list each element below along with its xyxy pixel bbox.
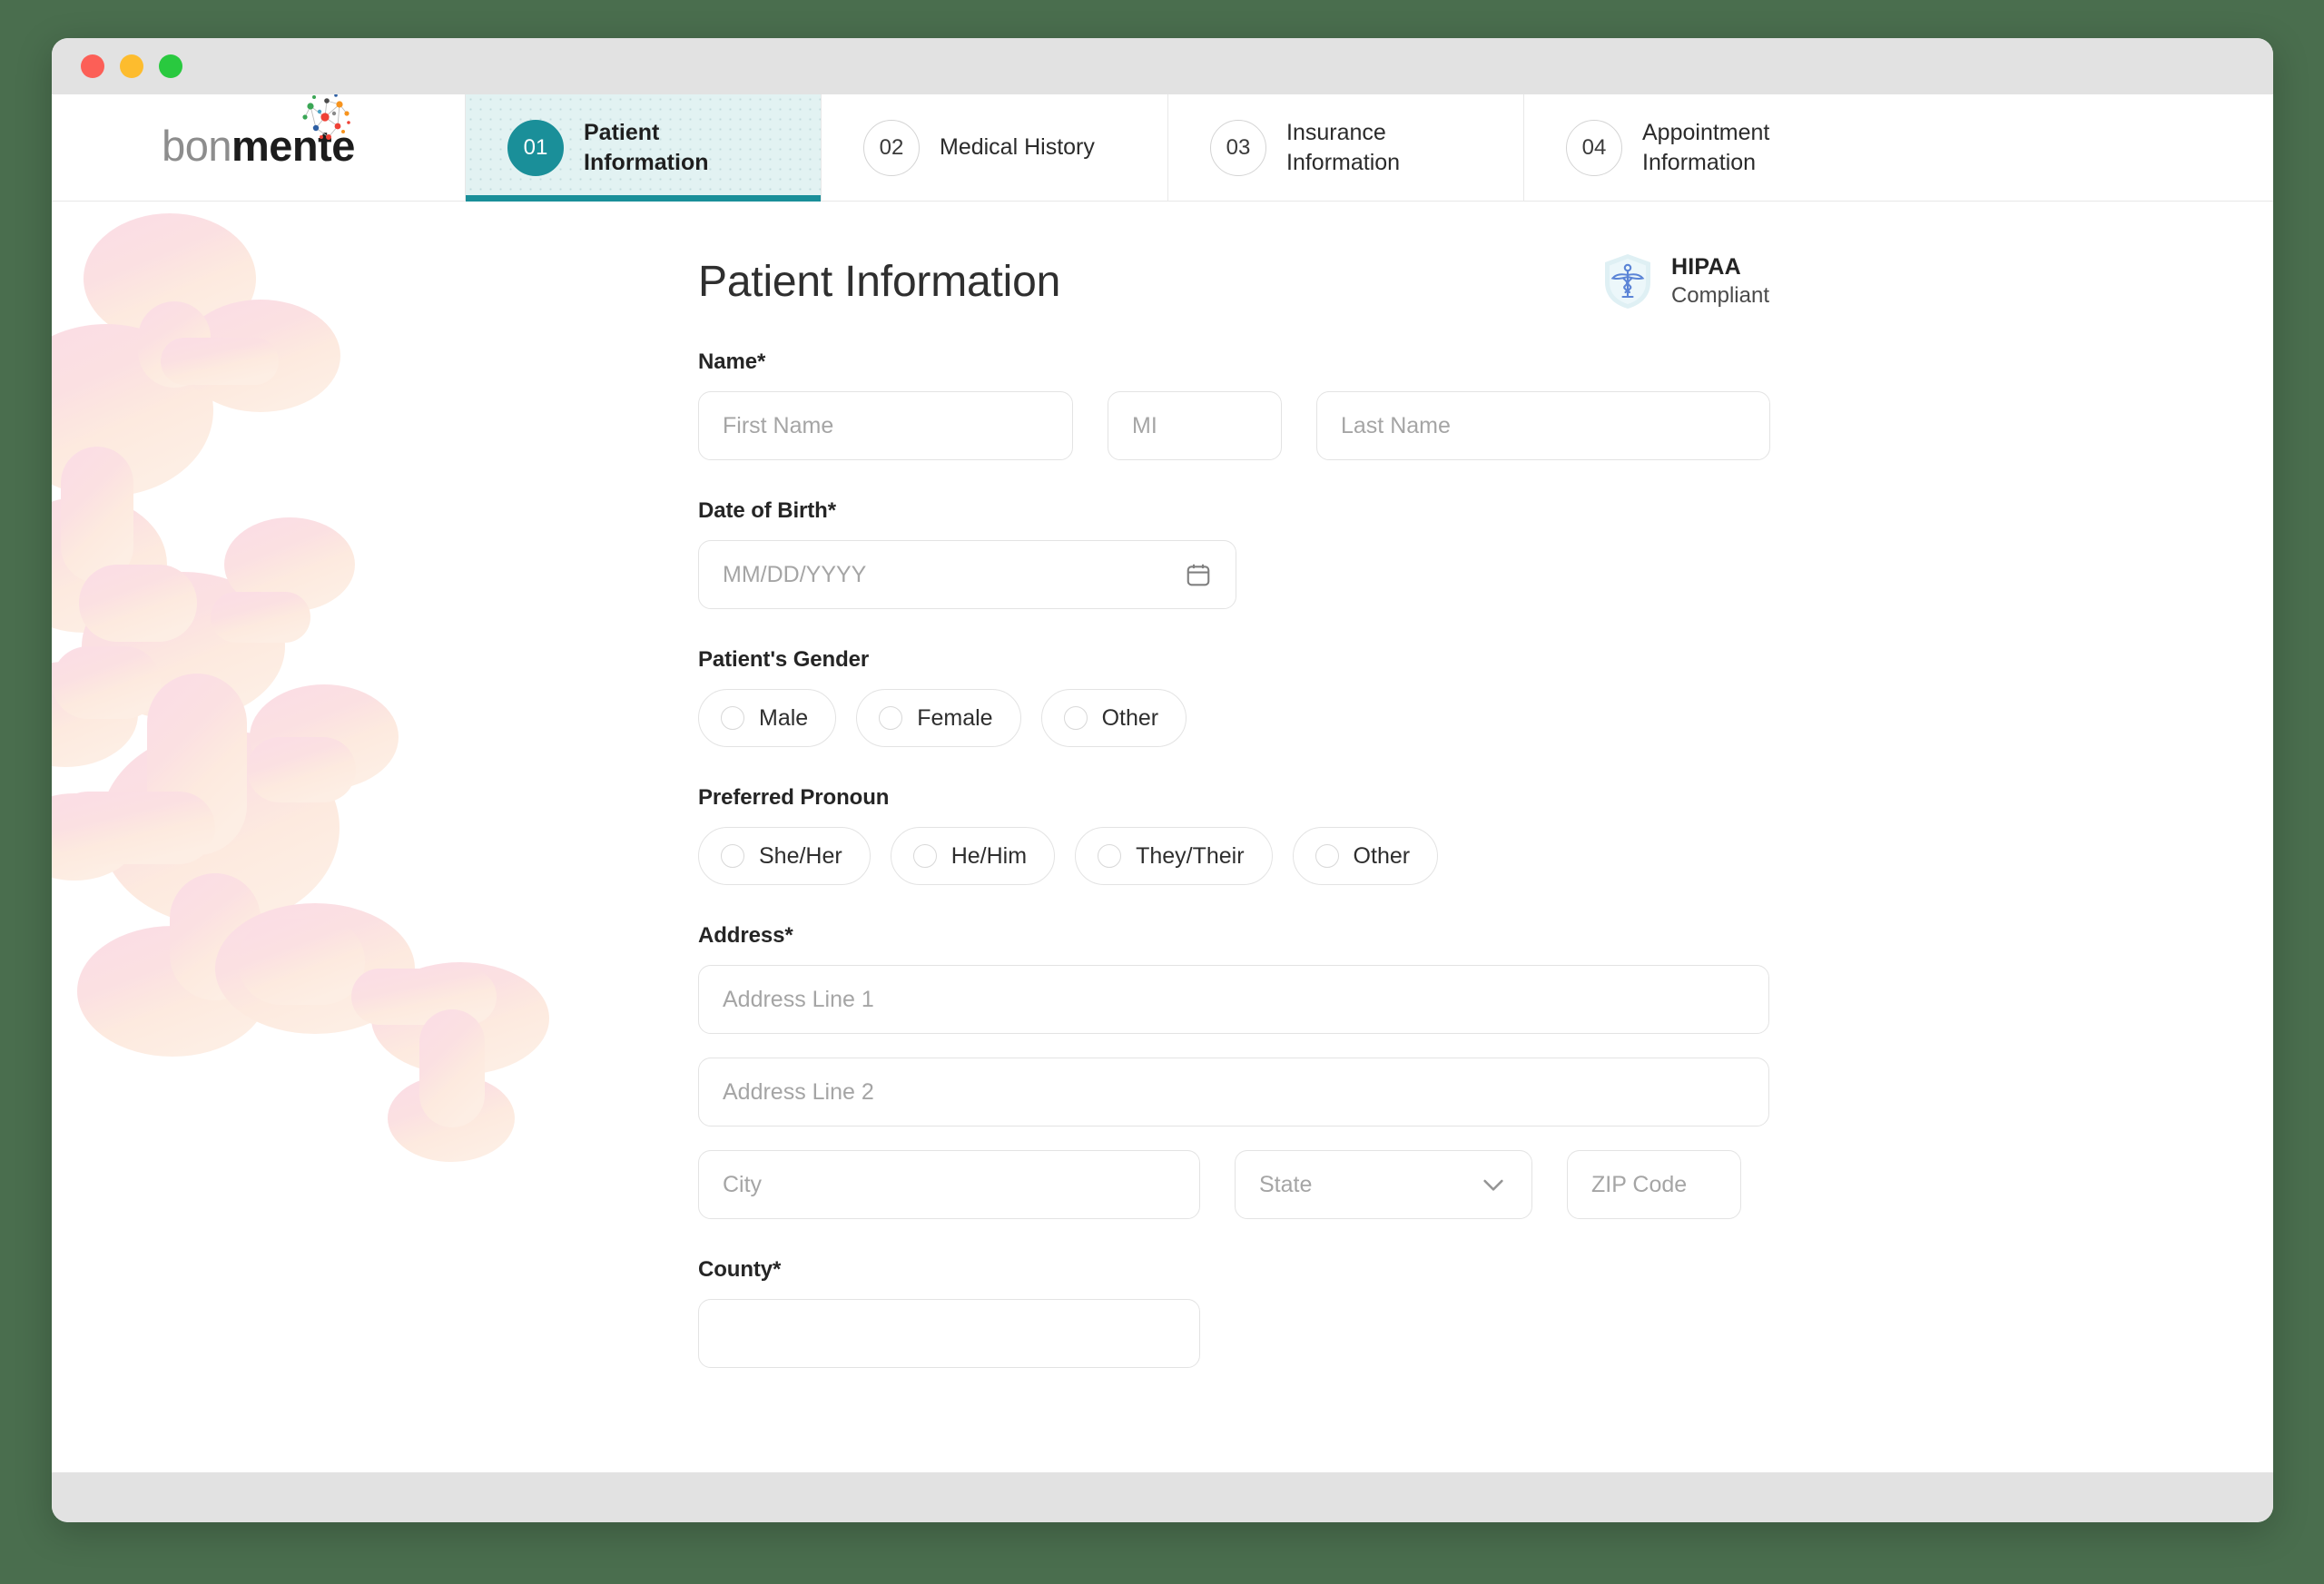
brand-name-light: bon [162, 122, 231, 170]
maximize-button[interactable] [159, 54, 182, 78]
dob-field-group: Date of Birth* MM/DD/YYYY [698, 498, 1769, 609]
city-input[interactable]: City [698, 1150, 1200, 1219]
pronoun-option-they-their[interactable]: They/Their [1075, 827, 1273, 885]
radio-icon[interactable] [879, 706, 903, 730]
pronoun-option-other[interactable]: Other [1292, 827, 1439, 885]
address-line-2-placeholder: Address Line 2 [723, 1078, 874, 1105]
hipaa-subtitle: Compliant [1670, 283, 1769, 308]
step-number-03: 03 [1210, 119, 1266, 176]
shield-caduceus-icon [1604, 254, 1650, 309]
last-name-placeholder: Last Name [1341, 412, 1451, 438]
gender-option-label: Male [759, 704, 809, 731]
step-label-02: Medical History [940, 134, 1095, 160]
zip-code-input[interactable]: ZIP Code [1567, 1150, 1741, 1219]
last-name-input[interactable]: Last Name [1316, 391, 1770, 460]
progress-stepper: 01 Patient Information 02 Medical Histor… [465, 94, 2273, 202]
molecule-network-icon [302, 94, 350, 140]
zip-code-placeholder: ZIP Code [1591, 1171, 1688, 1197]
pronoun-option-she-her[interactable]: She/Her [698, 827, 871, 885]
hipaa-title: HIPAA [1670, 254, 1741, 280]
radio-icon[interactable] [1315, 844, 1339, 868]
pronoun-option-he-him[interactable]: He/Him [890, 827, 1056, 885]
radio-icon[interactable] [912, 844, 937, 868]
step-medical-history[interactable]: 02 Medical History [821, 94, 1167, 201]
step-patient-information[interactable]: 01 Patient Information [465, 94, 821, 202]
address-line-1-input[interactable]: Address Line 1 [698, 965, 1769, 1034]
step-appointment-information[interactable]: 04 Appointment Information [1523, 94, 2273, 201]
step-label-01: Patient Information [584, 119, 709, 175]
page-header-row: Patient Information HIPAA Compliant [698, 251, 1769, 311]
first-name-placeholder: First Name [723, 412, 834, 438]
close-button[interactable] [81, 54, 104, 78]
app-header: bon mente 01 Patient Information 02 Medi… [52, 94, 2273, 202]
gender-option-male[interactable]: Male [698, 689, 837, 747]
address-label: Address* [698, 923, 793, 948]
address-field-group: Address* Address Line 1 Address Line 2 C… [698, 923, 1769, 1219]
step-label-03: Insurance Information [1286, 119, 1401, 175]
hipaa-compliant-badge: HIPAA Compliant [1600, 251, 1769, 311]
gender-option-label: Other [1101, 704, 1159, 731]
state-placeholder: State [1259, 1171, 1313, 1197]
dob-placeholder: MM/DD/YYYY [723, 561, 867, 587]
date-of-birth-input[interactable]: MM/DD/YYYY [698, 540, 1236, 609]
county-field-group: County* [698, 1257, 1769, 1368]
pronoun-option-label: Other [1353, 842, 1411, 869]
step-number-01: 01 [507, 119, 564, 176]
window-bottom-bar [52, 1472, 2273, 1522]
chevron-down-icon[interactable] [1479, 1170, 1508, 1199]
step-insurance-information[interactable]: 03 Insurance Information [1167, 94, 1523, 201]
calendar-icon[interactable] [1185, 561, 1212, 588]
radio-icon[interactable] [1098, 844, 1122, 868]
county-label: County* [698, 1257, 782, 1282]
address-line-1-placeholder: Address Line 1 [723, 986, 874, 1012]
gender-option-label: Female [917, 704, 993, 731]
pronoun-label: Preferred Pronoun [698, 785, 890, 810]
address-line-2-input[interactable]: Address Line 2 [698, 1058, 1769, 1127]
minimize-button[interactable] [120, 54, 143, 78]
city-placeholder: City [723, 1171, 763, 1197]
pronoun-option-label: They/Their [1136, 842, 1245, 869]
radio-icon[interactable] [721, 844, 744, 868]
step-number-02: 02 [863, 119, 920, 176]
pronoun-option-label: She/Her [759, 842, 842, 869]
radio-icon[interactable] [1063, 706, 1088, 730]
first-name-input[interactable]: First Name [698, 391, 1073, 460]
window-titlebar [52, 38, 2273, 94]
brand-logo[interactable]: bon mente [52, 94, 465, 201]
form-body: Patient Information HIPAA Compliant Name… [52, 202, 2273, 1472]
step-label-04: Appointment Information [1642, 119, 1770, 175]
state-select[interactable]: State [1235, 1150, 1532, 1219]
county-input[interactable] [698, 1299, 1200, 1368]
middle-initial-placeholder: MI [1132, 412, 1157, 438]
radio-icon[interactable] [721, 706, 744, 730]
browser-window: bon mente 01 Patient Information 02 Medi… [52, 38, 2273, 1522]
pronoun-option-label: He/Him [950, 842, 1028, 869]
dob-label: Date of Birth* [698, 498, 836, 523]
gender-option-other[interactable]: Other [1040, 689, 1187, 747]
middle-initial-input[interactable]: MI [1108, 391, 1282, 460]
name-field-group: Name* First Name MI Last Name [698, 349, 1770, 460]
step-number-04: 04 [1566, 119, 1622, 176]
name-label: Name* [698, 349, 766, 374]
gender-option-female[interactable]: Female [856, 689, 1021, 747]
page-viewport: bon mente 01 Patient Information 02 Medi… [52, 94, 2273, 1472]
gender-field-group: Patient's Gender Male Female Other [698, 647, 1769, 747]
gender-label: Patient's Gender [698, 647, 870, 672]
pronoun-field-group: Preferred Pronoun She/Her He/Him They/Th… [698, 785, 1769, 885]
page-title: Patient Information [698, 257, 1061, 306]
